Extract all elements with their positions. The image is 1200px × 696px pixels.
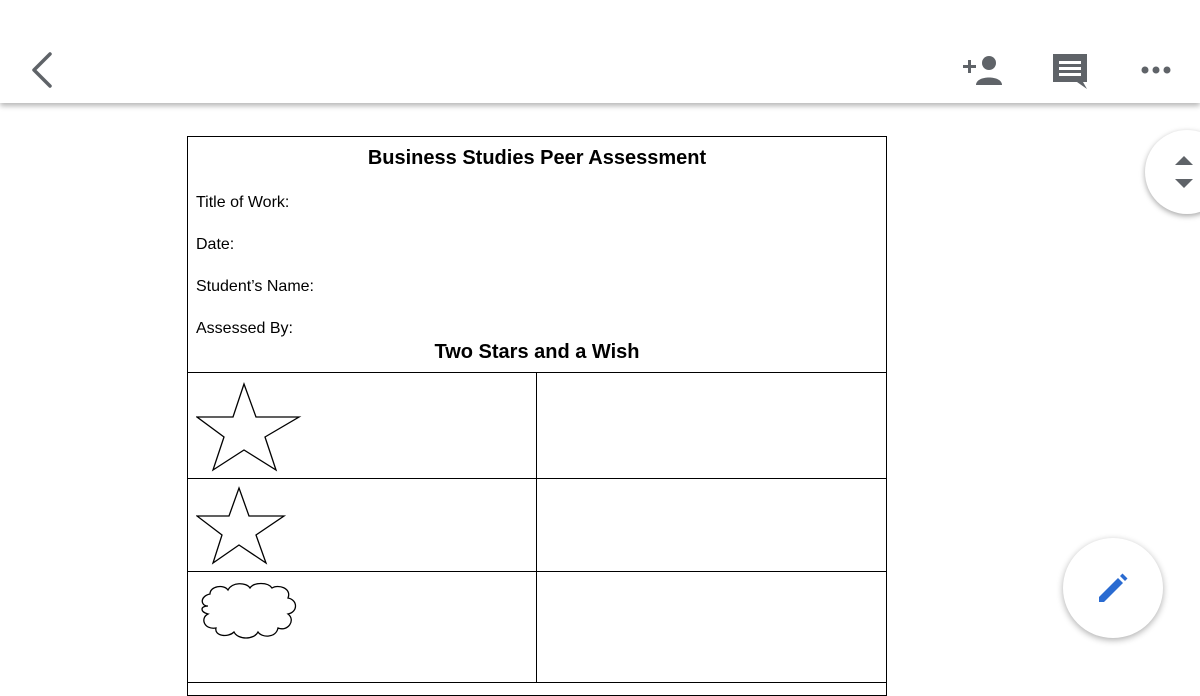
table-cell <box>535 478 887 572</box>
table-cell <box>186 372 537 479</box>
table-row <box>186 478 887 572</box>
table-cell <box>186 478 537 572</box>
table-cell <box>535 372 887 479</box>
scroll-handle[interactable] <box>1145 130 1200 214</box>
scroll-up-down-icon <box>1175 156 1193 188</box>
table-row <box>186 372 887 479</box>
table-cell <box>535 571 887 683</box>
field-date: Date: <box>196 236 235 253</box>
section-title: Two Stars and a Wish <box>434 341 640 363</box>
assessment-table <box>186 372 887 683</box>
star-icon <box>195 486 286 565</box>
more-options-icon[interactable] <box>1140 62 1174 78</box>
table-row <box>186 571 887 683</box>
back-arrow-icon[interactable] <box>26 50 60 90</box>
comment-icon[interactable] <box>1050 51 1090 91</box>
edit-fab-button[interactable] <box>1063 538 1163 638</box>
add-person-icon[interactable] <box>960 53 1006 87</box>
document-page: Business Studies Peer Assessment Title o… <box>186 136 887 696</box>
field-student-name: Student’s Name: <box>196 278 314 295</box>
field-assessed-by: Assessed By: <box>196 320 293 337</box>
field-title-of-work: Title of Work: <box>196 194 290 211</box>
cloud-icon <box>200 582 296 639</box>
document-title: Business Studies Peer Assessment <box>367 147 707 169</box>
table-cell <box>186 571 537 683</box>
edit-pencil-icon <box>1099 573 1128 602</box>
app-toolbar <box>0 0 1200 103</box>
star-icon <box>195 382 301 472</box>
